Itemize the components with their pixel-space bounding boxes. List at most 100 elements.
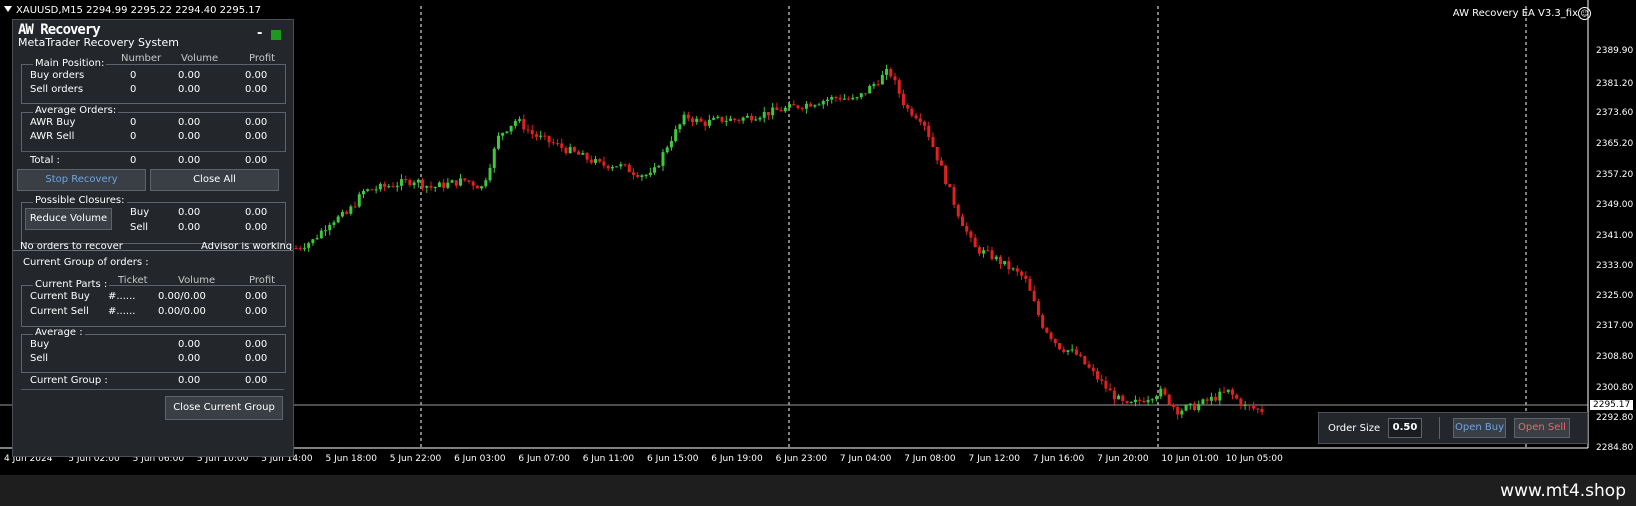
candle-body bbox=[602, 161, 606, 166]
candle-body bbox=[539, 135, 543, 137]
candle-body bbox=[906, 105, 910, 109]
minimize-button[interactable]: - bbox=[257, 26, 262, 41]
candle-body bbox=[475, 185, 479, 189]
candle-body bbox=[340, 211, 344, 217]
order-size-input[interactable]: 0.50 bbox=[1388, 418, 1422, 438]
candle-body bbox=[1091, 367, 1095, 372]
open-buy-button[interactable]: Open Buy bbox=[1453, 418, 1506, 438]
candle-body bbox=[851, 97, 855, 100]
candle-body bbox=[982, 250, 986, 254]
candle-body bbox=[349, 206, 353, 214]
candle-body bbox=[745, 115, 749, 118]
candle-body bbox=[353, 206, 357, 208]
candle-body bbox=[594, 159, 598, 163]
candle-body bbox=[378, 183, 382, 190]
closure-buy-label: Buy bbox=[130, 207, 150, 218]
candle-body bbox=[880, 74, 884, 85]
total-profit: 0.00 bbox=[245, 155, 268, 166]
candle-body bbox=[733, 118, 737, 120]
candle-body bbox=[425, 185, 429, 188]
awr-sell-label: AWR Sell bbox=[30, 131, 75, 142]
open-sell-button[interactable]: Open Sell bbox=[1514, 418, 1570, 438]
candle-body bbox=[294, 248, 298, 250]
candle-body bbox=[855, 97, 859, 99]
price-tick-label: 2308.80 bbox=[1596, 352, 1634, 363]
candle-body bbox=[901, 93, 905, 106]
status-row: No orders to recover Advisor is working bbox=[13, 242, 293, 250]
candle-body bbox=[324, 230, 328, 232]
candle-body bbox=[728, 118, 732, 121]
close-current-group-button[interactable]: Close Current Group bbox=[165, 396, 283, 420]
candle-body bbox=[433, 187, 437, 189]
current-group-volume: 0.00 bbox=[178, 375, 201, 386]
candle-body bbox=[421, 179, 425, 188]
candle-body bbox=[589, 159, 593, 163]
candle-body bbox=[1247, 404, 1251, 407]
candle-body bbox=[1214, 396, 1218, 401]
current-sell-label: Current Sell bbox=[30, 306, 89, 317]
candle-body bbox=[1007, 261, 1011, 270]
candle-body bbox=[450, 180, 454, 183]
candle-body bbox=[792, 104, 796, 106]
current-price-tag: 2295.17 bbox=[1590, 400, 1634, 410]
candle-body bbox=[682, 114, 686, 125]
candle-body bbox=[530, 130, 534, 135]
candle-body bbox=[707, 119, 711, 126]
current-buy-label: Current Buy bbox=[30, 291, 90, 302]
time-tick-label: 6 Jun 15:00 bbox=[647, 454, 699, 464]
awr-buy-profit: 0.00 bbox=[245, 117, 268, 128]
candle-body bbox=[986, 250, 990, 252]
status-left-text: No orders to recover bbox=[20, 242, 123, 250]
collapse-triangle-icon[interactable] bbox=[4, 6, 12, 12]
time-tick-label: 6 Jun 11:00 bbox=[582, 454, 635, 464]
candle-body bbox=[606, 165, 610, 169]
current-group-label: Current Group : bbox=[30, 375, 108, 386]
candle-body bbox=[948, 183, 952, 188]
status-indicator-icon bbox=[271, 30, 281, 40]
candle-body bbox=[944, 165, 948, 184]
candle-body bbox=[712, 117, 716, 120]
current-buy-volume: 0.00/0.00 bbox=[158, 291, 206, 302]
candle-body bbox=[463, 178, 467, 181]
price-tick-label: 2292.80 bbox=[1596, 412, 1634, 423]
candle-body bbox=[1171, 404, 1175, 408]
candle-body bbox=[779, 110, 783, 112]
candle-body bbox=[319, 230, 323, 239]
price-tick-label: 2300.80 bbox=[1596, 382, 1634, 393]
candle-body bbox=[328, 224, 332, 231]
candle-body bbox=[1045, 327, 1049, 333]
candle-body bbox=[914, 115, 918, 119]
candle-body bbox=[1129, 402, 1133, 404]
candle-body bbox=[813, 105, 817, 107]
time-tick-label: 7 Jun 16:00 bbox=[1032, 454, 1085, 464]
candle-body bbox=[1188, 403, 1192, 406]
candle-body bbox=[572, 147, 576, 152]
candle-body bbox=[1159, 388, 1163, 397]
candle-body bbox=[568, 147, 572, 154]
sell-orders-profit: 0.00 bbox=[245, 84, 268, 95]
divider bbox=[21, 389, 284, 390]
candle-body bbox=[657, 165, 661, 168]
candle-body bbox=[859, 93, 863, 98]
price-tick-label: 2365.20 bbox=[1596, 139, 1634, 150]
candle-body bbox=[1180, 410, 1184, 415]
stop-recovery-button[interactable]: Stop Recovery bbox=[17, 169, 146, 191]
current-sell-volume: 0.00/0.00 bbox=[158, 306, 206, 317]
candle-body bbox=[1235, 394, 1239, 399]
closure-sell-profit: 0.00 bbox=[245, 222, 268, 233]
time-tick-label: 7 Jun 08:00 bbox=[904, 454, 956, 464]
candle-body bbox=[1066, 350, 1070, 352]
candle-body bbox=[1209, 396, 1213, 401]
candle-body bbox=[889, 68, 893, 77]
candle-body bbox=[1205, 399, 1209, 401]
time-tick-label: 6 Jun 19:00 bbox=[711, 454, 763, 464]
close-all-button[interactable]: Close All bbox=[150, 169, 279, 191]
candle-body bbox=[741, 117, 745, 121]
candle-body bbox=[678, 124, 682, 130]
candle-body bbox=[370, 189, 374, 191]
candle-body bbox=[311, 239, 315, 244]
reduce-volume-button[interactable]: Reduce Volume bbox=[25, 208, 112, 230]
candle-body bbox=[665, 147, 669, 153]
candle-body bbox=[492, 148, 496, 168]
possible-closures-legend: Possible Closures: bbox=[33, 195, 127, 206]
